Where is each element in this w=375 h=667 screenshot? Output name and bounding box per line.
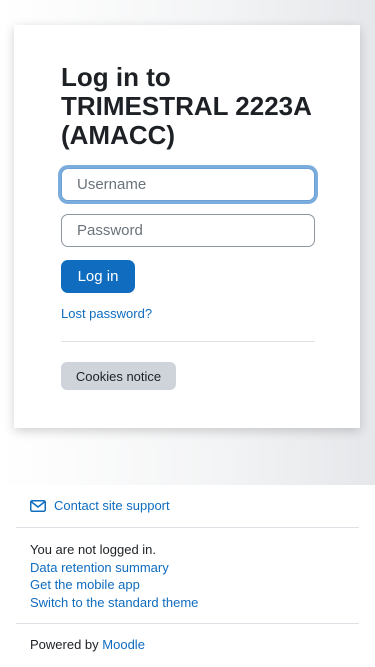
standard-theme-link[interactable]: Switch to the standard theme	[30, 594, 198, 612]
envelope-icon	[30, 499, 46, 512]
mobile-app-link[interactable]: Get the mobile app	[30, 576, 198, 594]
login-status-text: You are not logged in.	[30, 542, 157, 557]
password-input[interactable]	[61, 214, 315, 247]
contact-support-link[interactable]: Contact site support	[30, 498, 170, 513]
cookies-notice-button[interactable]: Cookies notice	[61, 362, 176, 390]
page-footer: Contact site support You are not logged …	[0, 485, 375, 667]
footer-divider	[16, 623, 359, 624]
powered-by: Powered by Moodle	[30, 637, 145, 652]
lost-password-link[interactable]: Lost password?	[61, 306, 152, 321]
login-button[interactable]: Log in	[61, 260, 135, 293]
username-input[interactable]	[61, 168, 315, 201]
footer-divider	[16, 527, 359, 528]
login-title: Log in to TRIMESTRAL 2223A (AMACC)	[61, 62, 311, 150]
contact-support-label: Contact site support	[54, 498, 170, 513]
data-retention-link[interactable]: Data retention summary	[30, 559, 198, 577]
footer-info: You are not logged in. Data retention su…	[30, 541, 198, 611]
powered-by-label: Powered by	[30, 637, 99, 652]
divider	[61, 341, 315, 342]
login-card: Log in to TRIMESTRAL 2223A (AMACC) Log i…	[14, 25, 360, 428]
moodle-link[interactable]: Moodle	[102, 637, 145, 652]
